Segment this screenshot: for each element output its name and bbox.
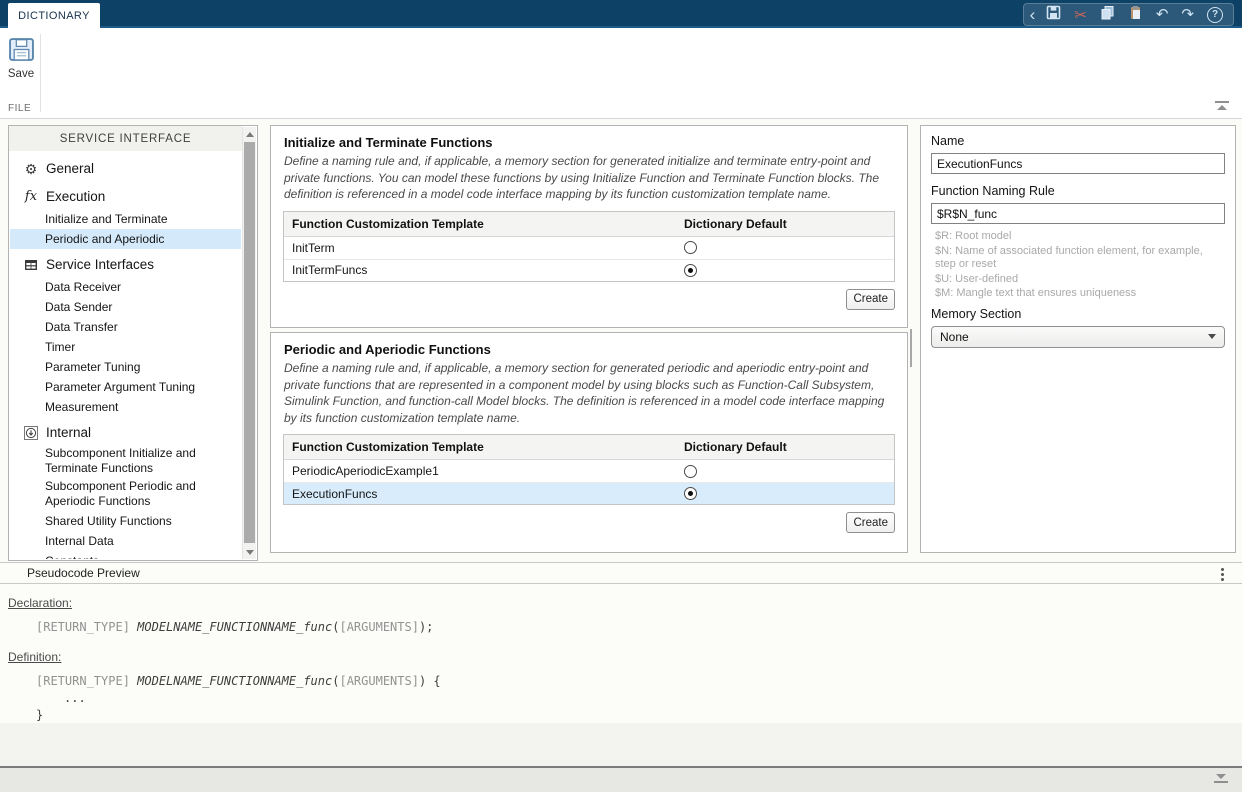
sidebar-item-shared-utility-functions[interactable]: Shared Utility Functions xyxy=(10,511,241,531)
function-icon: fx xyxy=(23,189,39,205)
init-terminate-functions-section: Initialize and Terminate Functions Defin… xyxy=(270,125,908,328)
sidebar-item-general[interactable]: ⚙ General xyxy=(10,156,241,181)
sidebar-item-timer[interactable]: Timer xyxy=(10,337,241,357)
section-description: Define a naming rule and, if applicable,… xyxy=(284,153,894,203)
service-interface-sidebar: SERVICE INTERFACE ⚙ General fx Execution… xyxy=(8,125,258,561)
section-title: Initialize and Terminate Functions xyxy=(284,135,894,150)
sidebar-item-internal[interactable]: Internal xyxy=(10,420,241,445)
dictionary-default-radio[interactable] xyxy=(684,487,697,500)
general-icon: ⚙ xyxy=(23,161,39,177)
scroll-down-icon[interactable] xyxy=(243,545,256,559)
definition-code: [RETURN_TYPE] MODELNAME_FUNCTIONNAME_fun… xyxy=(36,673,1242,724)
bottom-spacer xyxy=(0,723,1242,766)
overflow-menu-icon[interactable] xyxy=(1218,566,1226,583)
pseudocode-preview-header: Pseudocode Preview xyxy=(0,562,1242,584)
naming-rule-hints: $R: Root model $N: Name of associated fu… xyxy=(935,230,1225,301)
sidebar-header: SERVICE INTERFACE xyxy=(9,126,242,151)
grid-icon xyxy=(23,257,39,273)
sidebar-item-service-interfaces[interactable]: Service Interfaces xyxy=(10,252,241,277)
save-icon[interactable] xyxy=(1046,5,1061,25)
sidebar-scrollbar[interactable] xyxy=(242,127,256,559)
name-input[interactable] xyxy=(931,153,1225,174)
file-section-label: FILE xyxy=(8,103,31,114)
function-template-table: Function Customization Template Dictiona… xyxy=(283,434,895,505)
save-button-label: Save xyxy=(7,68,35,80)
section-title: Periodic and Aperiodic Functions xyxy=(284,342,894,357)
table-row[interactable]: InitTerm xyxy=(284,237,894,259)
sidebar-item-subcomponent-init-terminate[interactable]: Subcomponent Initialize and Terminate Fu… xyxy=(10,445,241,478)
sidebar-item-data-sender[interactable]: Data Sender xyxy=(10,297,241,317)
save-button[interactable]: Save xyxy=(7,38,35,80)
undo-icon[interactable]: ↶ xyxy=(1156,7,1169,22)
memory-section-label: Memory Section xyxy=(931,307,1225,321)
help-icon[interactable]: ? xyxy=(1207,7,1223,23)
sidebar-item-parameter-argument-tuning[interactable]: Parameter Argument Tuning xyxy=(10,377,241,397)
tab-dictionary[interactable]: DICTIONARY xyxy=(8,3,100,28)
table-header-row: Function Customization Template Dictiona… xyxy=(284,435,894,460)
dictionary-default-radio[interactable] xyxy=(684,241,697,254)
pseudocode-preview-body: Declaration: [RETURN_TYPE] MODELNAME_FUN… xyxy=(0,584,1242,723)
sidebar-item-execution[interactable]: fx Execution xyxy=(10,184,241,209)
periodic-aperiodic-functions-section: Periodic and Aperiodic Functions Define … xyxy=(270,332,908,553)
sidebar-item-periodic-and-aperiodic[interactable]: Periodic and Aperiodic xyxy=(10,229,241,249)
sidebar-item-parameter-tuning[interactable]: Parameter Tuning xyxy=(10,357,241,377)
sidebar-item-data-receiver[interactable]: Data Receiver xyxy=(10,277,241,297)
sidebar-item-measurement[interactable]: Measurement xyxy=(10,397,241,417)
bottom-statusbar xyxy=(0,768,1242,792)
copy-icon[interactable] xyxy=(1100,5,1115,25)
sidebar-item-constants[interactable]: Constants xyxy=(10,551,241,559)
sidebar-item-subcomponent-periodic-aperiodic[interactable]: Subcomponent Periodic and Aperiodic Func… xyxy=(10,478,241,511)
sidebar-item-initialize-and-terminate[interactable]: Initialize and Terminate xyxy=(10,209,241,229)
chevron-left-icon[interactable]: ‹ xyxy=(1030,6,1036,23)
collapse-panel-icon[interactable] xyxy=(1214,774,1228,783)
table-row-selected[interactable]: ExecutionFuncs xyxy=(284,482,894,504)
titlebar: DICTIONARY ‹ ✂ xyxy=(0,0,1242,28)
memory-section-dropdown[interactable]: None xyxy=(931,326,1225,348)
internal-icon xyxy=(23,425,39,441)
function-template-table: Function Customization Template Dictiona… xyxy=(283,211,895,282)
sidebar-item-internal-data[interactable]: Internal Data xyxy=(10,531,241,551)
save-floppy-icon xyxy=(9,48,34,65)
cut-icon[interactable]: ✂ xyxy=(1074,6,1087,24)
definition-label: Definition: xyxy=(8,650,1242,664)
sidebar-tree: ⚙ General fx Execution Initialize and Te… xyxy=(10,153,241,559)
collapse-toolstrip-icon[interactable] xyxy=(1215,101,1229,110)
table-row[interactable]: InitTermFuncs xyxy=(284,259,894,281)
function-naming-rule-input[interactable] xyxy=(931,203,1225,224)
create-button[interactable]: Create xyxy=(846,289,895,310)
toolstrip: Save FILE xyxy=(0,28,1242,119)
declaration-label: Declaration: xyxy=(8,596,1242,610)
embedded-coder-dictionary-window: DICTIONARY ‹ ✂ xyxy=(0,0,1242,792)
scrollbar-thumb[interactable] xyxy=(244,142,255,543)
toolstrip-section-divider xyxy=(40,34,41,112)
paste-icon[interactable] xyxy=(1128,5,1143,25)
chevron-down-icon xyxy=(1208,334,1216,339)
section-description: Define a naming rule and, if applicable,… xyxy=(284,360,894,426)
declaration-code: [RETURN_TYPE] MODELNAME_FUNCTIONNAME_fun… xyxy=(36,619,1242,636)
dictionary-default-radio[interactable] xyxy=(684,465,697,478)
create-button[interactable]: Create xyxy=(846,512,895,533)
table-header-row: Function Customization Template Dictiona… xyxy=(284,212,894,237)
redo-icon[interactable]: ↷ xyxy=(1181,7,1194,22)
quick-access-toolbar: ‹ ✂ xyxy=(1023,3,1234,26)
sidebar-item-data-transfer[interactable]: Data Transfer xyxy=(10,317,241,337)
name-label: Name xyxy=(931,134,1225,148)
function-naming-rule-label: Function Naming Rule xyxy=(931,184,1225,198)
dictionary-default-radio[interactable] xyxy=(684,264,697,277)
scroll-up-icon[interactable] xyxy=(243,127,256,141)
pseudocode-preview-title: Pseudocode Preview xyxy=(27,566,140,580)
property-inspector-panel: Name Function Naming Rule $R: Root model… xyxy=(920,125,1236,553)
table-row[interactable]: PeriodicAperiodicExample1 xyxy=(284,460,894,482)
panel-splitter-handle[interactable] xyxy=(910,329,912,367)
